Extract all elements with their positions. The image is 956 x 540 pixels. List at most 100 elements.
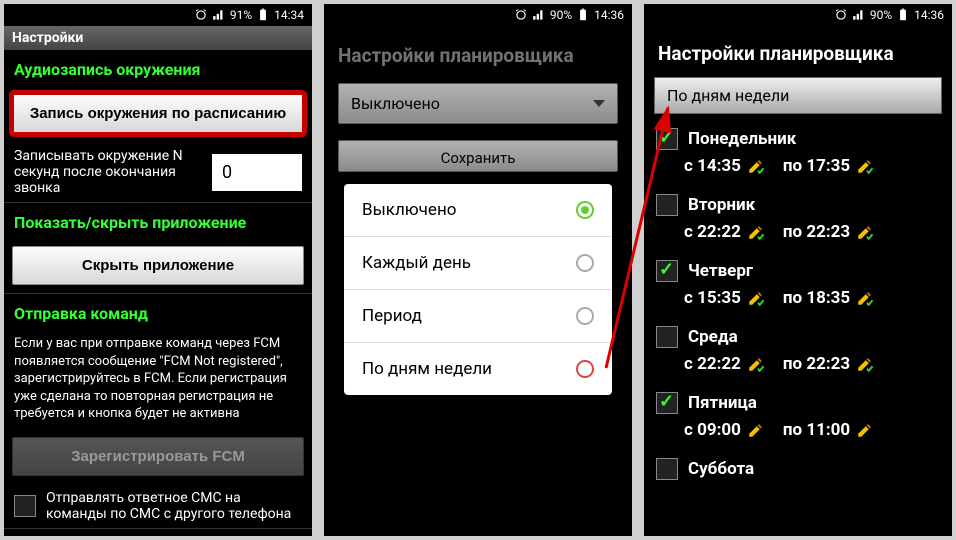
day-name: Вторник: [688, 195, 755, 215]
day-group: Пятница с 09:00 по 11:00: [644, 382, 952, 448]
time-row: с 09:00 по 11:00: [654, 416, 942, 444]
to-time[interactable]: по 22:23: [783, 354, 874, 374]
time-row: с 22:22 по 22:23: [654, 218, 942, 246]
sms-reply-row[interactable]: Отправлять ответное СМС на команды по СМ…: [4, 484, 312, 528]
alarm-icon: [514, 8, 528, 22]
from-time[interactable]: с 22:22: [684, 222, 765, 242]
option-period[interactable]: Период: [344, 290, 612, 343]
phone-middle: 90% 14:36 Настройки планировщика Выключе…: [324, 4, 632, 536]
day-group: Суббота: [644, 448, 952, 486]
day-checkbox[interactable]: [656, 392, 678, 414]
edit-icon[interactable]: [856, 421, 874, 439]
day-checkbox[interactable]: [656, 458, 678, 480]
battery-text: 90%: [870, 8, 892, 22]
edit-icon[interactable]: [747, 223, 765, 241]
phone-left: 91% 14:34 Настройки Аудиозапись окружени…: [4, 4, 312, 536]
edit-icon[interactable]: [856, 157, 874, 175]
battery-text: 90%: [550, 8, 572, 22]
radio-icon: [576, 254, 594, 272]
record-n-label: Записывать окружение N секунд после окон…: [14, 148, 202, 196]
to-time[interactable]: по 22:23: [783, 222, 874, 242]
from-time[interactable]: с 15:35: [684, 288, 765, 308]
option-label: По дням недели: [362, 359, 492, 379]
day-name: Среда: [688, 327, 738, 347]
sms-reply-label: Отправлять ответное СМС на команды по СМ…: [46, 490, 302, 522]
alarm-icon: [194, 8, 208, 22]
time-row: с 14:35 по 17:35: [654, 152, 942, 180]
page-title: Настройки планировщика: [644, 26, 952, 73]
radio-icon: [576, 360, 594, 378]
days-list[interactable]: Понедельник с 14:35 по 17:35 Вторник с 2…: [644, 118, 952, 486]
hide-app-button[interactable]: Скрыть приложение: [12, 246, 304, 285]
status-bar: 90% 14:36: [324, 4, 632, 26]
edit-icon[interactable]: [747, 157, 765, 175]
clock-text: 14:36: [914, 8, 944, 22]
clock-text: 14:36: [594, 8, 624, 22]
day-name: Понедельник: [688, 129, 796, 149]
battery-icon: [256, 8, 270, 22]
option-everyday[interactable]: Каждый день: [344, 237, 612, 290]
option-label: Выключено: [362, 200, 456, 220]
day-group: Четверг с 15:35 по 18:35: [644, 250, 952, 316]
day-name: Пятница: [688, 393, 757, 413]
signal-icon: [212, 8, 226, 22]
to-time[interactable]: по 11:00: [783, 420, 874, 440]
sms-reply-checkbox[interactable]: [14, 495, 36, 517]
day-header[interactable]: Среда: [654, 320, 942, 350]
section-hide-header: Показать/скрыть приложение: [4, 203, 312, 238]
mode-dropdown[interactable]: По дням недели: [654, 77, 942, 114]
option-off[interactable]: Выключено: [344, 184, 612, 237]
day-checkbox[interactable]: [656, 194, 678, 216]
cmd-help-text: Если у вас при отправке команд через FCM…: [4, 329, 312, 429]
register-fcm-button[interactable]: Зарегистрировать FCM: [12, 437, 304, 476]
day-group: Среда с 22:22 по 22:23: [644, 316, 952, 382]
from-time[interactable]: с 22:22: [684, 354, 765, 374]
alarm-icon: [834, 8, 848, 22]
settings-scroll[interactable]: Аудиозапись окружения Запись окружения п…: [4, 50, 312, 536]
day-header[interactable]: Четверг: [654, 254, 942, 284]
day-checkbox[interactable]: [656, 128, 678, 150]
from-time[interactable]: с 09:00: [684, 420, 765, 440]
day-group: Вторник с 22:22 по 22:23: [644, 184, 952, 250]
status-bar: 91% 14:34: [4, 4, 312, 26]
edit-icon[interactable]: [856, 223, 874, 241]
option-label: Каждый день: [362, 253, 471, 273]
edit-icon[interactable]: [747, 421, 765, 439]
battery-icon: [576, 8, 590, 22]
record-schedule-button[interactable]: Запись окружения по расписанию: [12, 93, 304, 134]
day-header[interactable]: Понедельник: [654, 122, 942, 152]
day-name: Суббота: [688, 459, 754, 479]
section-audio-header: Аудиозапись окружения: [4, 50, 312, 85]
page-title: Настройки: [4, 26, 312, 50]
time-row: с 22:22 по 22:23: [654, 350, 942, 378]
edit-icon[interactable]: [856, 289, 874, 307]
day-header[interactable]: Пятница: [654, 386, 942, 416]
from-time[interactable]: с 14:35: [684, 156, 765, 176]
time-row: с 15:35 по 18:35: [654, 284, 942, 312]
record-n-row: Записывать окружение N секунд после окон…: [4, 142, 312, 202]
mode-picker-modal: Выключено Каждый день Период По дням нед…: [344, 184, 612, 395]
day-header[interactable]: Суббота: [654, 452, 942, 482]
to-time[interactable]: по 18:35: [783, 288, 874, 308]
day-checkbox[interactable]: [656, 260, 678, 282]
status-bar: 90% 14:36: [644, 4, 952, 26]
day-checkbox[interactable]: [656, 326, 678, 348]
edit-icon[interactable]: [747, 289, 765, 307]
option-label: Период: [362, 306, 422, 326]
dropdown-value: По дням недели: [667, 86, 789, 105]
edit-icon[interactable]: [856, 355, 874, 373]
battery-text: 91%: [230, 8, 252, 22]
radio-icon: [576, 307, 594, 325]
day-header[interactable]: Вторник: [654, 188, 942, 218]
record-n-input[interactable]: 0: [212, 154, 302, 191]
battery-icon: [896, 8, 910, 22]
radio-icon: [576, 201, 594, 219]
edit-icon[interactable]: [747, 355, 765, 373]
day-name: Четверг: [688, 261, 753, 281]
section-cmd-header: Отправка команд: [4, 294, 312, 329]
signal-icon: [852, 8, 866, 22]
to-time[interactable]: по 17:35: [783, 156, 874, 176]
section-screenshot-header: Снимки экрана: [4, 529, 312, 536]
option-bydays[interactable]: По дням недели: [344, 343, 612, 395]
phone-right: 90% 14:36 Настройки планировщика По дням…: [644, 4, 952, 536]
